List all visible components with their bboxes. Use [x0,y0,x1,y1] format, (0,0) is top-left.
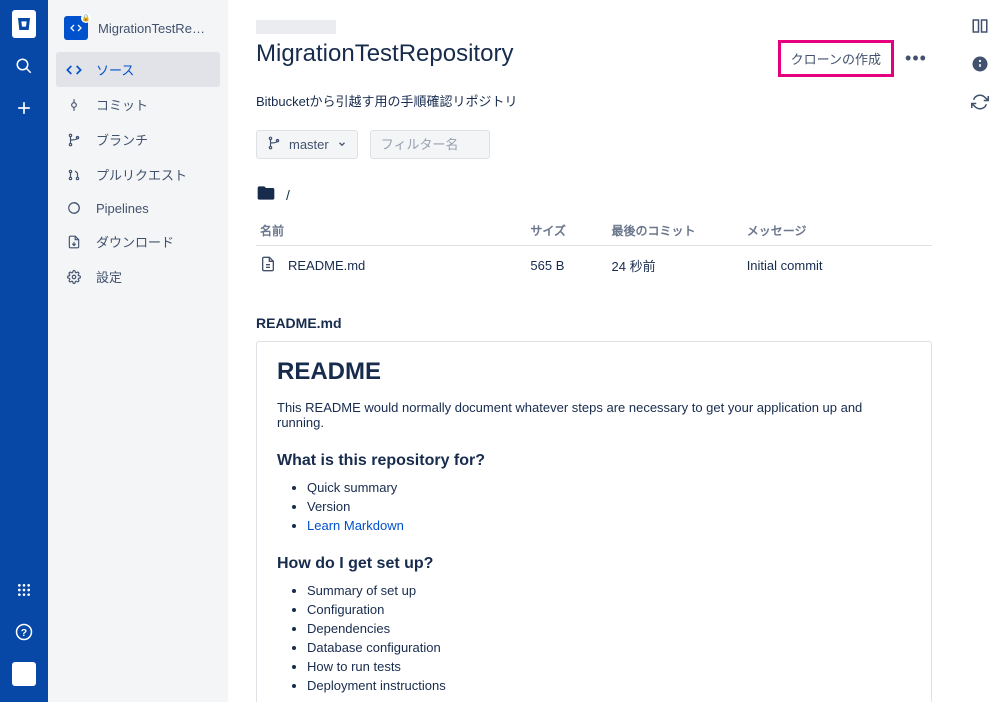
nav-item-pullrequests[interactable]: プルリクエスト [48,157,228,192]
readme-list-item: How to run tests [307,659,911,674]
readme-filename: README.md [256,315,932,331]
table-row[interactable]: README.md 565 B 24 秒前 Initial commit [256,246,932,286]
branch-selector[interactable]: master [256,130,358,159]
nav-item-settings[interactable]: 設定 [48,259,228,294]
right-rail [960,0,1000,702]
file-message: Initial commit [743,246,932,286]
main-content: MigrationTestRepository クローンの作成 ••• Bitb… [228,0,960,702]
file-name-text: README.md [288,258,365,273]
nav-item-pipelines[interactable]: Pipelines [48,192,228,224]
pullrequest-icon [66,167,82,183]
sidebar-repo-name: MigrationTestReposit... [98,21,212,36]
repo-description: Bitbucketから引越す用の手順確認リポジトリ [256,91,932,110]
col-size: サイズ [526,216,607,246]
svg-text:?: ? [21,627,27,639]
sidebar-repo-header[interactable]: 🔒 MigrationTestReposit... [48,12,228,52]
nav-label: コミット [96,95,148,114]
col-name: 名前 [256,216,526,246]
lock-icon: 🔒 [81,13,91,23]
nav-label: Pipelines [96,201,149,216]
pipelines-icon [66,200,82,216]
repo-sidebar: 🔒 MigrationTestReposit... ソース コミット ブランチ … [48,0,228,702]
nav-label: ダウンロード [96,232,174,251]
file-lastcommit: 24 秒前 [608,246,743,286]
readme-list-item: Configuration [307,602,911,617]
sync-icon[interactable] [970,92,990,112]
readme-h1: README [277,358,911,386]
branch-name: master [289,137,329,152]
readme-list-item: Database configuration [307,640,911,655]
path-segment: / [286,187,290,203]
help-icon[interactable]: ? [12,620,36,644]
repo-icon: 🔒 [64,16,88,40]
nav-item-downloads[interactable]: ダウンロード [48,224,228,259]
readme-list-item: Learn Markdown [307,518,911,533]
clone-button[interactable]: クローンの作成 [778,40,894,77]
branch-icon [66,132,82,148]
path-breadcrumb: / [256,183,932,206]
expand-panel-icon[interactable] [970,16,990,36]
folder-icon [256,183,276,206]
breadcrumb-redacted [256,20,336,34]
filter-input[interactable] [370,130,490,159]
file-size: 565 B [526,246,607,286]
file-icon [260,256,276,275]
more-actions-button[interactable]: ••• [900,43,932,75]
readme-section-heading: How do I get set up? [277,555,911,573]
chevron-down-icon [337,137,347,152]
readme-link[interactable]: Learn Markdown [307,518,404,533]
gear-icon [66,269,82,285]
repo-title: MigrationTestRepository [256,40,513,68]
info-icon[interactable] [970,54,990,74]
readme-preview: README This README would normally docume… [256,341,932,702]
source-icon [66,62,82,78]
nav-label: プルリクエスト [96,165,187,184]
readme-list-item: Dependencies [307,621,911,636]
readme-list-item: Version [307,499,911,514]
create-icon[interactable] [12,96,36,120]
nav-item-source[interactable]: ソース [56,52,220,87]
col-message: メッセージ [743,216,932,246]
nav-label: ソース [96,60,134,79]
global-nav-rail: ? [0,0,48,702]
nav-label: 設定 [96,267,122,286]
readme-list-item: Quick summary [307,480,911,495]
profile-avatar[interactable] [12,662,36,686]
search-icon[interactable] [12,54,36,78]
readme-list-item: Summary of set up [307,583,911,598]
readme-intro: This README would normally document what… [277,400,911,430]
readme-section-heading: What is this repository for? [277,452,911,470]
file-table: 名前 サイズ 最後のコミット メッセージ README.md 565 B 24 … [256,216,932,285]
nav-label: ブランチ [96,130,148,149]
bitbucket-logo[interactable] [12,12,36,36]
commits-icon [66,97,82,113]
branch-icon [267,136,281,153]
col-lastcommit: 最後のコミット [608,216,743,246]
nav-item-branches[interactable]: ブランチ [48,122,228,157]
readme-list-item: Deployment instructions [307,678,911,693]
nav-item-commits[interactable]: コミット [48,87,228,122]
download-icon [66,234,82,250]
apps-icon[interactable] [12,578,36,602]
